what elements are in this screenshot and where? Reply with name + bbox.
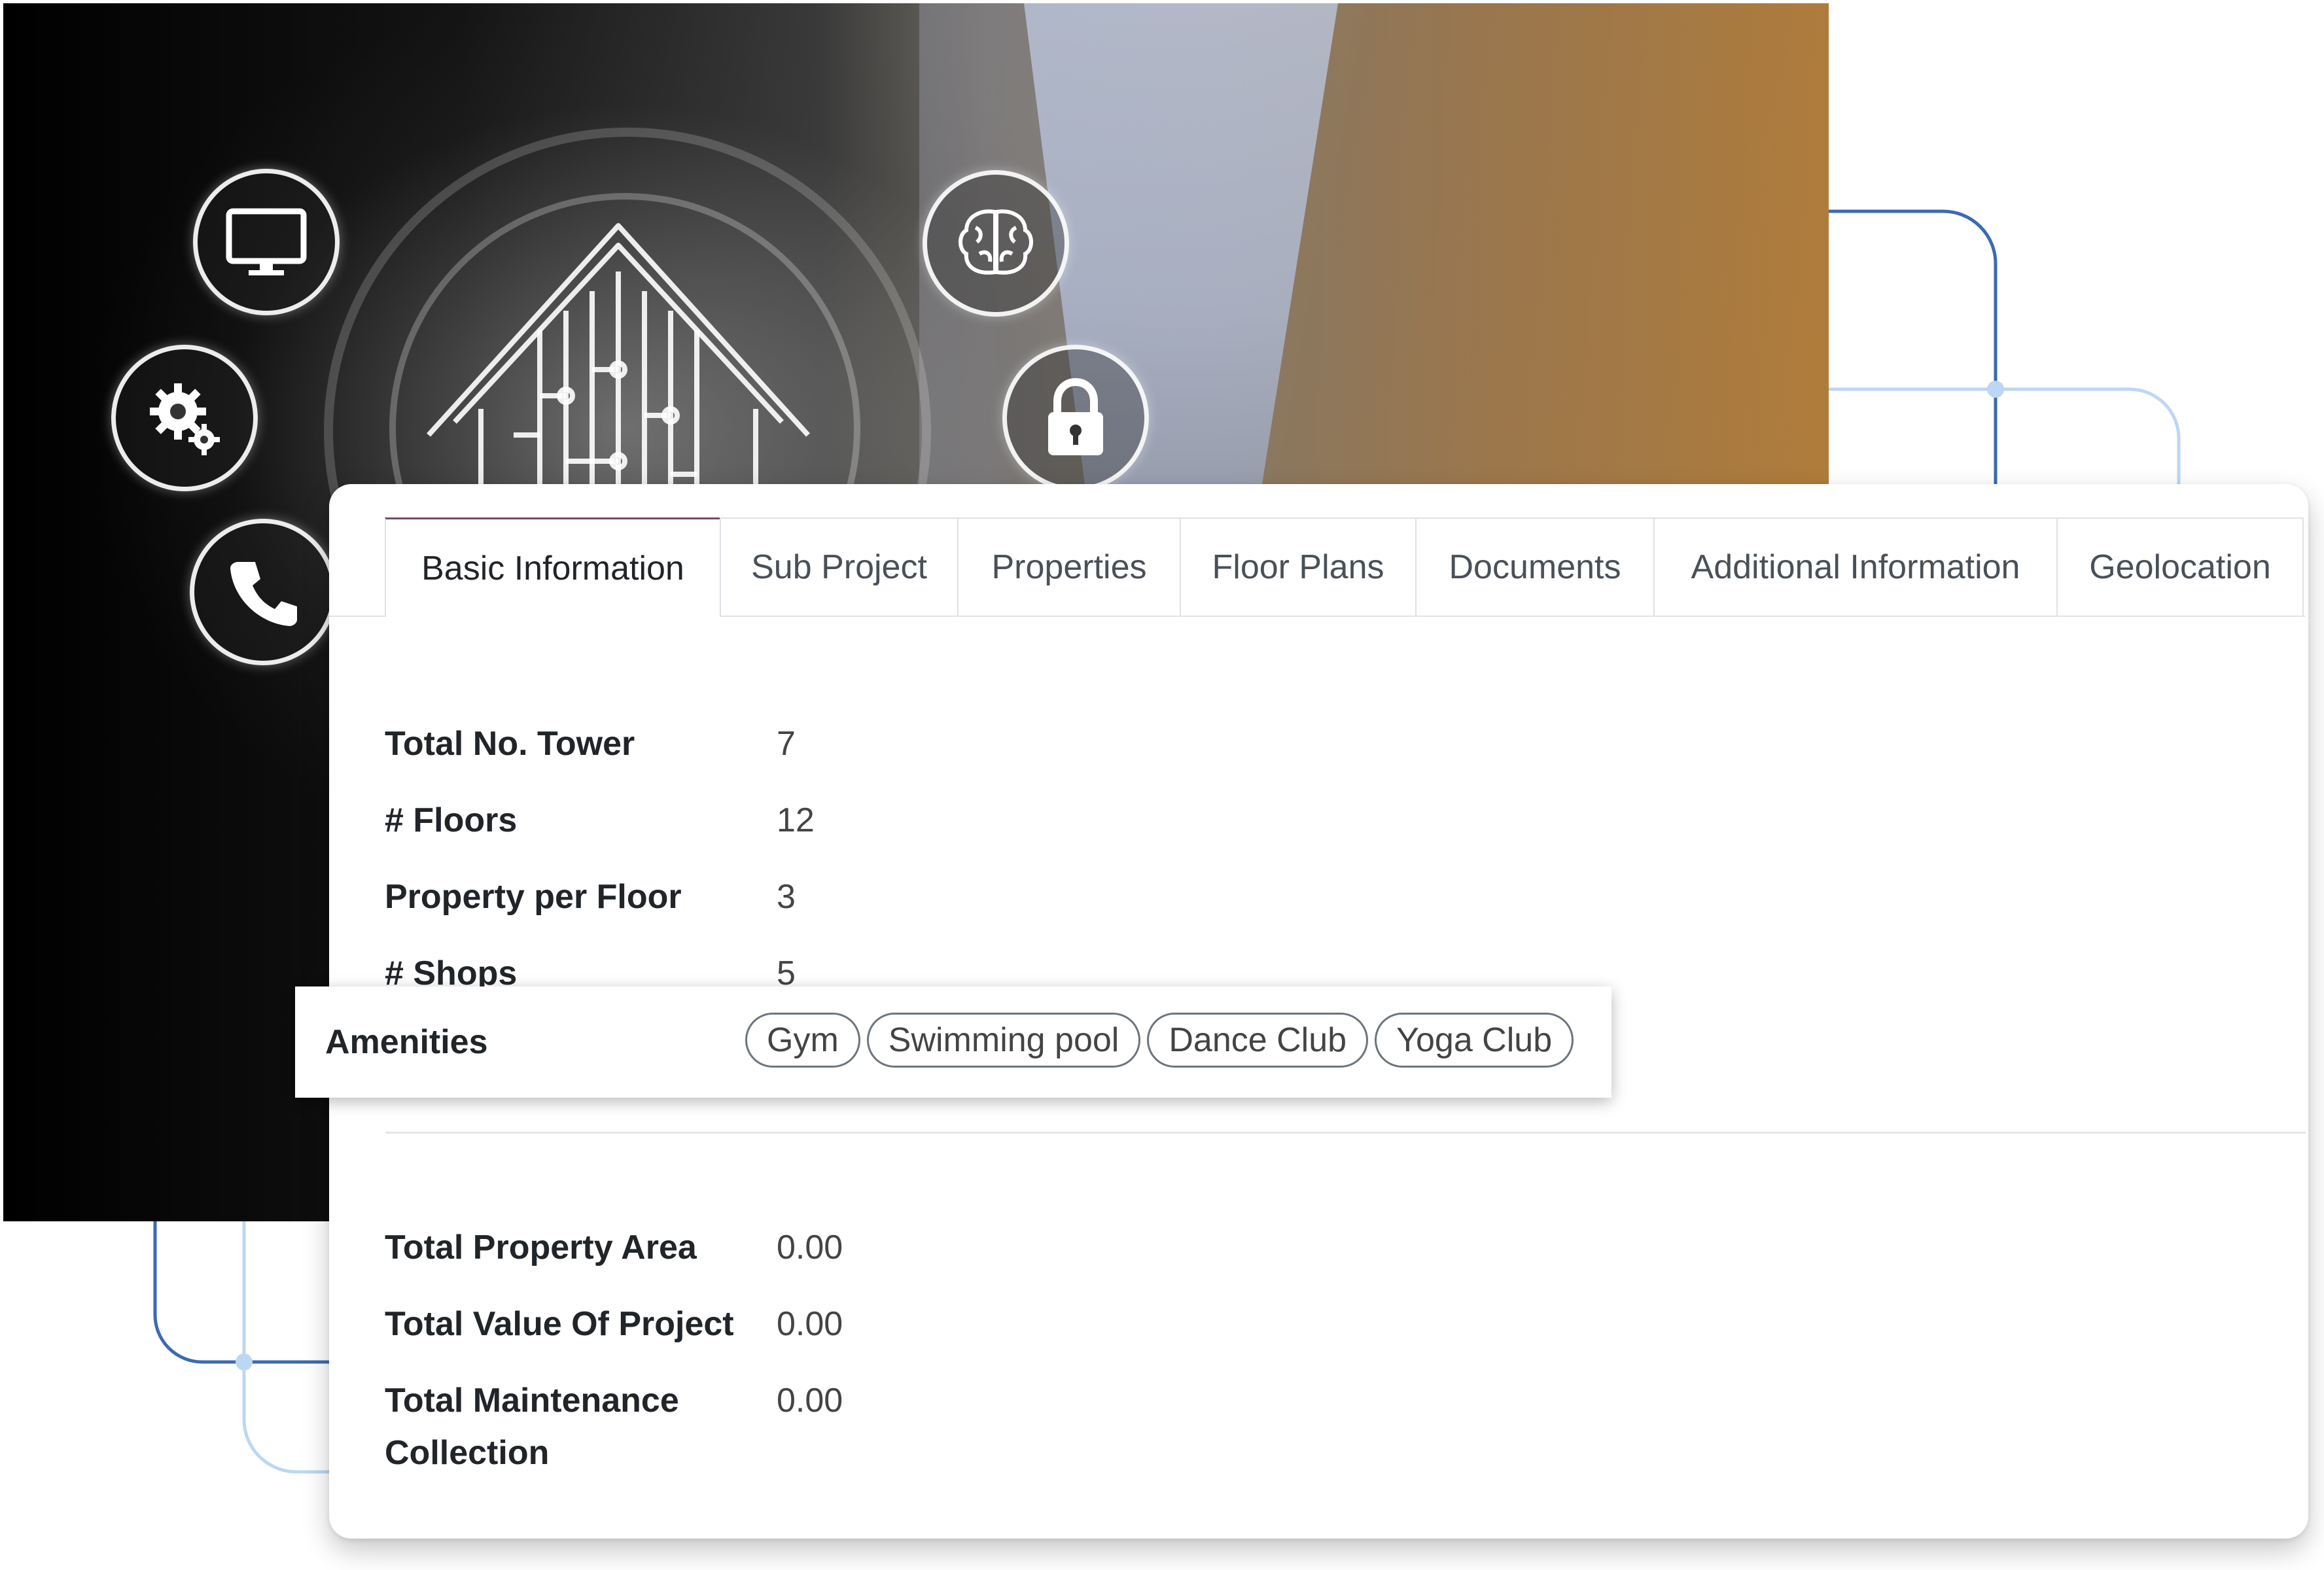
amenities-tags[interactable]: Gym Swimming pool Dance Club Yoga Club: [745, 1013, 1574, 1068]
project-form-card: Basic Information Sub Project Properties…: [295, 484, 2308, 1539]
floors-label: # Floors: [385, 801, 518, 839]
total-maintenance-collection-label: Total Maintenance Collection: [385, 1374, 679, 1479]
tab-properties[interactable]: Properties: [957, 517, 1181, 616]
tab-geolocation[interactable]: Geolocation: [2056, 517, 2304, 616]
total-maintenance-collection-value: 0.00: [777, 1382, 843, 1420]
label-line: Total Maintenance: [385, 1382, 679, 1420]
section-separator: [385, 1132, 2306, 1134]
tab-additional-information[interactable]: Additional Information: [1653, 517, 2058, 616]
amenity-tag[interactable]: Swimming pool: [866, 1013, 1141, 1068]
total-property-area-label: Total Property Area: [385, 1229, 697, 1266]
total-property-area-value: 0.00: [777, 1229, 843, 1266]
total-value-of-project-value: 0.00: [777, 1305, 843, 1343]
amenities-label: Amenities: [325, 1023, 488, 1061]
total-value-of-project-label: Total Value Of Project: [385, 1305, 734, 1343]
amenity-tag[interactable]: Gym: [745, 1013, 860, 1068]
amenities-field: Amenities Gym Swimming pool Dance Club Y…: [295, 986, 1611, 1098]
notebook-tabs: Basic Information Sub Project Properties…: [329, 517, 2305, 617]
property-per-floor-label: Property per Floor: [385, 878, 682, 916]
amenity-tag[interactable]: Yoga Club: [1375, 1013, 1574, 1068]
tab-basic-information[interactable]: Basic Information: [385, 517, 721, 617]
tab-floor-plans[interactable]: Floor Plans: [1180, 517, 1417, 616]
tab-documents[interactable]: Documents: [1415, 517, 1655, 616]
floors-value[interactable]: 12: [777, 794, 815, 846]
tab-sub-project[interactable]: Sub Project: [720, 517, 959, 616]
property-per-floor-value[interactable]: 3: [777, 871, 796, 923]
total-towers-label: Total No. Tower: [385, 725, 635, 763]
amenity-tag[interactable]: Dance Club: [1147, 1013, 1369, 1068]
label-line: Collection: [385, 1434, 550, 1472]
total-towers-value[interactable]: 7: [777, 718, 796, 770]
